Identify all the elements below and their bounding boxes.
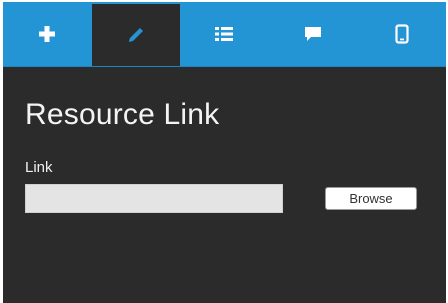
link-input[interactable] (25, 184, 283, 213)
tab-list[interactable] (180, 2, 269, 66)
tab-add[interactable] (3, 2, 92, 66)
comment-icon (305, 27, 322, 41)
mobile-icon (395, 24, 409, 44)
link-field-row: Browse (25, 184, 446, 213)
browse-button[interactable]: Browse (325, 187, 417, 210)
plus-icon (39, 26, 56, 42)
tab-comments[interactable] (269, 2, 358, 66)
resource-link-panel: Resource Link Link Browse (3, 67, 446, 213)
link-label: Link (25, 159, 53, 176)
pencil-icon (128, 28, 143, 42)
list-icon (215, 27, 234, 41)
resource-link-editor: Resource Link Link Browse (3, 2, 446, 303)
editor-toolbar (3, 2, 446, 67)
tab-mobile[interactable] (357, 2, 446, 66)
tab-edit[interactable] (91, 2, 181, 66)
panel-title: Resource Link (25, 98, 220, 131)
